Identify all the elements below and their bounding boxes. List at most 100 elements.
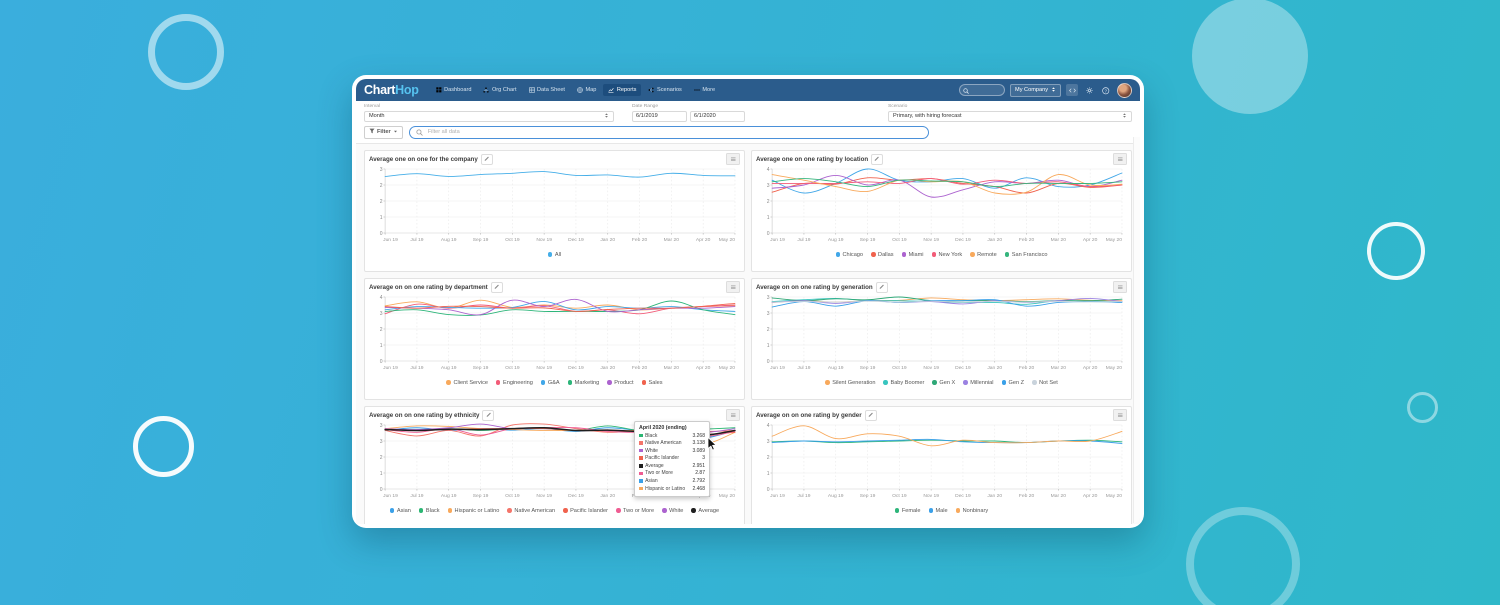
chart-plot-area[interactable]: 01233Jun 19Jul 19Aug 19Sep 19Oct 19Nov 1… bbox=[756, 293, 1127, 377]
nav-item-org-chart[interactable]: Org Chart bbox=[478, 84, 521, 96]
x-tick-label: Apr 20 bbox=[1083, 237, 1098, 243]
scenario-select[interactable]: Primary, with hiring forecast bbox=[888, 111, 1132, 122]
settings-button[interactable] bbox=[1083, 84, 1095, 96]
legend-item-baby-boomer[interactable]: Baby Boomer bbox=[883, 380, 924, 386]
legend-item-nonbinary[interactable]: Nonbinary bbox=[956, 508, 989, 514]
chart-menu-button[interactable] bbox=[1113, 409, 1127, 421]
chart-plot-area[interactable]: 01223Jun 19Jul 19Aug 19Sep 19Oct 19Nov 1… bbox=[369, 165, 740, 249]
legend-item-female[interactable]: Female bbox=[895, 508, 921, 514]
legend-item-san-francisco[interactable]: San Francisco bbox=[1005, 252, 1048, 258]
date-start-input[interactable] bbox=[632, 111, 687, 122]
filter-search[interactable] bbox=[409, 126, 929, 139]
legend-item-native-american[interactable]: Native American bbox=[507, 508, 555, 514]
chart-menu-button[interactable] bbox=[1113, 281, 1127, 293]
edit-chart-button[interactable] bbox=[865, 410, 877, 421]
user-avatar[interactable] bbox=[1117, 83, 1132, 98]
x-tick-label: Jan 20 bbox=[600, 237, 615, 243]
legend-dot bbox=[607, 380, 612, 385]
legend-item-product[interactable]: Product bbox=[607, 380, 633, 386]
legend-item-silent-generation[interactable]: Silent Generation bbox=[825, 380, 875, 386]
legend-item-remote[interactable]: Remote bbox=[970, 252, 997, 258]
nav-item-more[interactable]: More bbox=[689, 84, 720, 96]
chart-menu-button[interactable] bbox=[726, 409, 740, 421]
legend-dot bbox=[929, 508, 934, 513]
nav-item-map[interactable]: Map bbox=[572, 84, 601, 96]
chart-menu-button[interactable] bbox=[726, 281, 740, 293]
y-tick-label: 3 bbox=[380, 310, 383, 316]
x-tick-label: Jul 19 bbox=[410, 365, 423, 371]
filter-button[interactable]: Filter bbox=[364, 126, 403, 139]
code-button[interactable] bbox=[1066, 84, 1078, 96]
y-tick-label: 3 bbox=[767, 438, 770, 444]
tooltip-series-swatch bbox=[639, 449, 643, 453]
legend-item-hispanic-or-latino[interactable]: Hispanic or Latino bbox=[448, 508, 500, 514]
legend-item-marketing[interactable]: Marketing bbox=[568, 380, 600, 386]
chart-menu-button[interactable] bbox=[726, 153, 740, 165]
edit-chart-button[interactable] bbox=[491, 282, 503, 293]
chart-plot-area[interactable]: 01234Jun 19Jul 19Aug 19Sep 19Oct 19Nov 1… bbox=[369, 293, 740, 377]
interval-select[interactable]: Month bbox=[364, 111, 614, 122]
tooltip-series-swatch bbox=[639, 479, 643, 483]
charthop-logo[interactable]: ChartHop bbox=[364, 84, 419, 97]
legend-item-asian[interactable]: Asian bbox=[390, 508, 411, 514]
legend-item-white[interactable]: White bbox=[662, 508, 683, 514]
legend-item-millennial[interactable]: Millennial bbox=[963, 380, 993, 386]
legend-item-all[interactable]: All bbox=[548, 252, 561, 258]
x-tick-label: Feb 20 bbox=[632, 365, 648, 371]
legend-item-two-or-more[interactable]: Two or More bbox=[616, 508, 654, 514]
x-tick-label: Jul 19 bbox=[797, 365, 810, 371]
legend-item-new-york[interactable]: New York bbox=[932, 252, 963, 258]
filter-search-input[interactable] bbox=[426, 128, 922, 136]
x-tick-label: Jul 19 bbox=[410, 493, 423, 499]
tooltip-series-name: White bbox=[645, 448, 692, 454]
chart-menu-button[interactable] bbox=[1113, 153, 1127, 165]
edit-chart-button[interactable] bbox=[482, 410, 494, 421]
legend-dot bbox=[568, 380, 573, 385]
legend-item-average[interactable]: Average bbox=[691, 508, 719, 514]
legend-item-engineering[interactable]: Engineering bbox=[496, 380, 533, 386]
y-tick-label: 2 bbox=[380, 198, 383, 204]
legend-item-dallas[interactable]: Dallas bbox=[871, 252, 894, 258]
x-tick-label: Jan 20 bbox=[600, 493, 615, 499]
chart-plot-area[interactable]: 01234Jun 19Jul 19Aug 19Sep 19Oct 19Nov 1… bbox=[756, 165, 1127, 249]
legend-item-not-set[interactable]: Not Set bbox=[1032, 380, 1058, 386]
legend-item-male[interactable]: Male bbox=[929, 508, 948, 514]
edit-chart-button[interactable] bbox=[871, 154, 883, 165]
y-tick-label: 1 bbox=[380, 470, 383, 476]
legend-label: Sales bbox=[649, 380, 663, 386]
legend-item-chicago[interactable]: Chicago bbox=[836, 252, 864, 258]
tooltip-series-value: 3.089 bbox=[692, 448, 705, 454]
legend-item-gen-z[interactable]: Gen Z bbox=[1002, 380, 1025, 386]
x-tick-label: Mar 20 bbox=[1051, 493, 1067, 499]
nav-item-dashboard[interactable]: Dashboard bbox=[431, 84, 477, 96]
y-tick-label: 0 bbox=[380, 358, 383, 364]
legend-dot bbox=[448, 508, 453, 513]
x-tick-label: Dec 19 bbox=[568, 493, 584, 499]
global-search[interactable] bbox=[959, 84, 1005, 96]
legend-item-black[interactable]: Black bbox=[419, 508, 440, 514]
legend-item-sales[interactable]: Sales bbox=[642, 380, 663, 386]
chart-plot-area[interactable]: 01234Jun 19Jul 19Aug 19Sep 19Oct 19Nov 1… bbox=[756, 421, 1127, 505]
hamburger-icon bbox=[1117, 156, 1124, 163]
legend-label: All bbox=[555, 252, 561, 258]
legend-item-g-a[interactable]: G&A bbox=[541, 380, 560, 386]
legend-label: Male bbox=[936, 508, 948, 514]
legend-item-pacific-islander[interactable]: Pacific Islander bbox=[563, 508, 608, 514]
chart-card-average-one-on-one-rating-by-location: Average one on one rating by location012… bbox=[751, 150, 1132, 272]
legend-item-client-service[interactable]: Client Service bbox=[446, 380, 488, 386]
nav-item-scenarios[interactable]: Scenarios bbox=[643, 84, 686, 96]
edit-chart-button[interactable] bbox=[876, 282, 888, 293]
x-tick-label: Oct 19 bbox=[892, 493, 907, 499]
date-end-input[interactable] bbox=[690, 111, 745, 122]
x-tick-label: Dec 19 bbox=[568, 237, 584, 243]
edit-chart-button[interactable] bbox=[481, 154, 493, 165]
legend-item-gen-x[interactable]: Gen X bbox=[932, 380, 955, 386]
nav-item-reports[interactable]: Reports bbox=[603, 84, 641, 96]
company-selector[interactable]: My Company bbox=[1010, 84, 1061, 97]
help-button[interactable]: ? bbox=[1100, 84, 1112, 96]
x-tick-label: Jul 19 bbox=[797, 493, 810, 499]
scrollbar[interactable] bbox=[1133, 137, 1140, 523]
main-nav: DashboardOrg ChartData SheetMapReportsSc… bbox=[431, 84, 721, 96]
nav-item-data-sheet[interactable]: Data Sheet bbox=[524, 84, 571, 96]
legend-item-miami[interactable]: Miami bbox=[902, 252, 924, 258]
